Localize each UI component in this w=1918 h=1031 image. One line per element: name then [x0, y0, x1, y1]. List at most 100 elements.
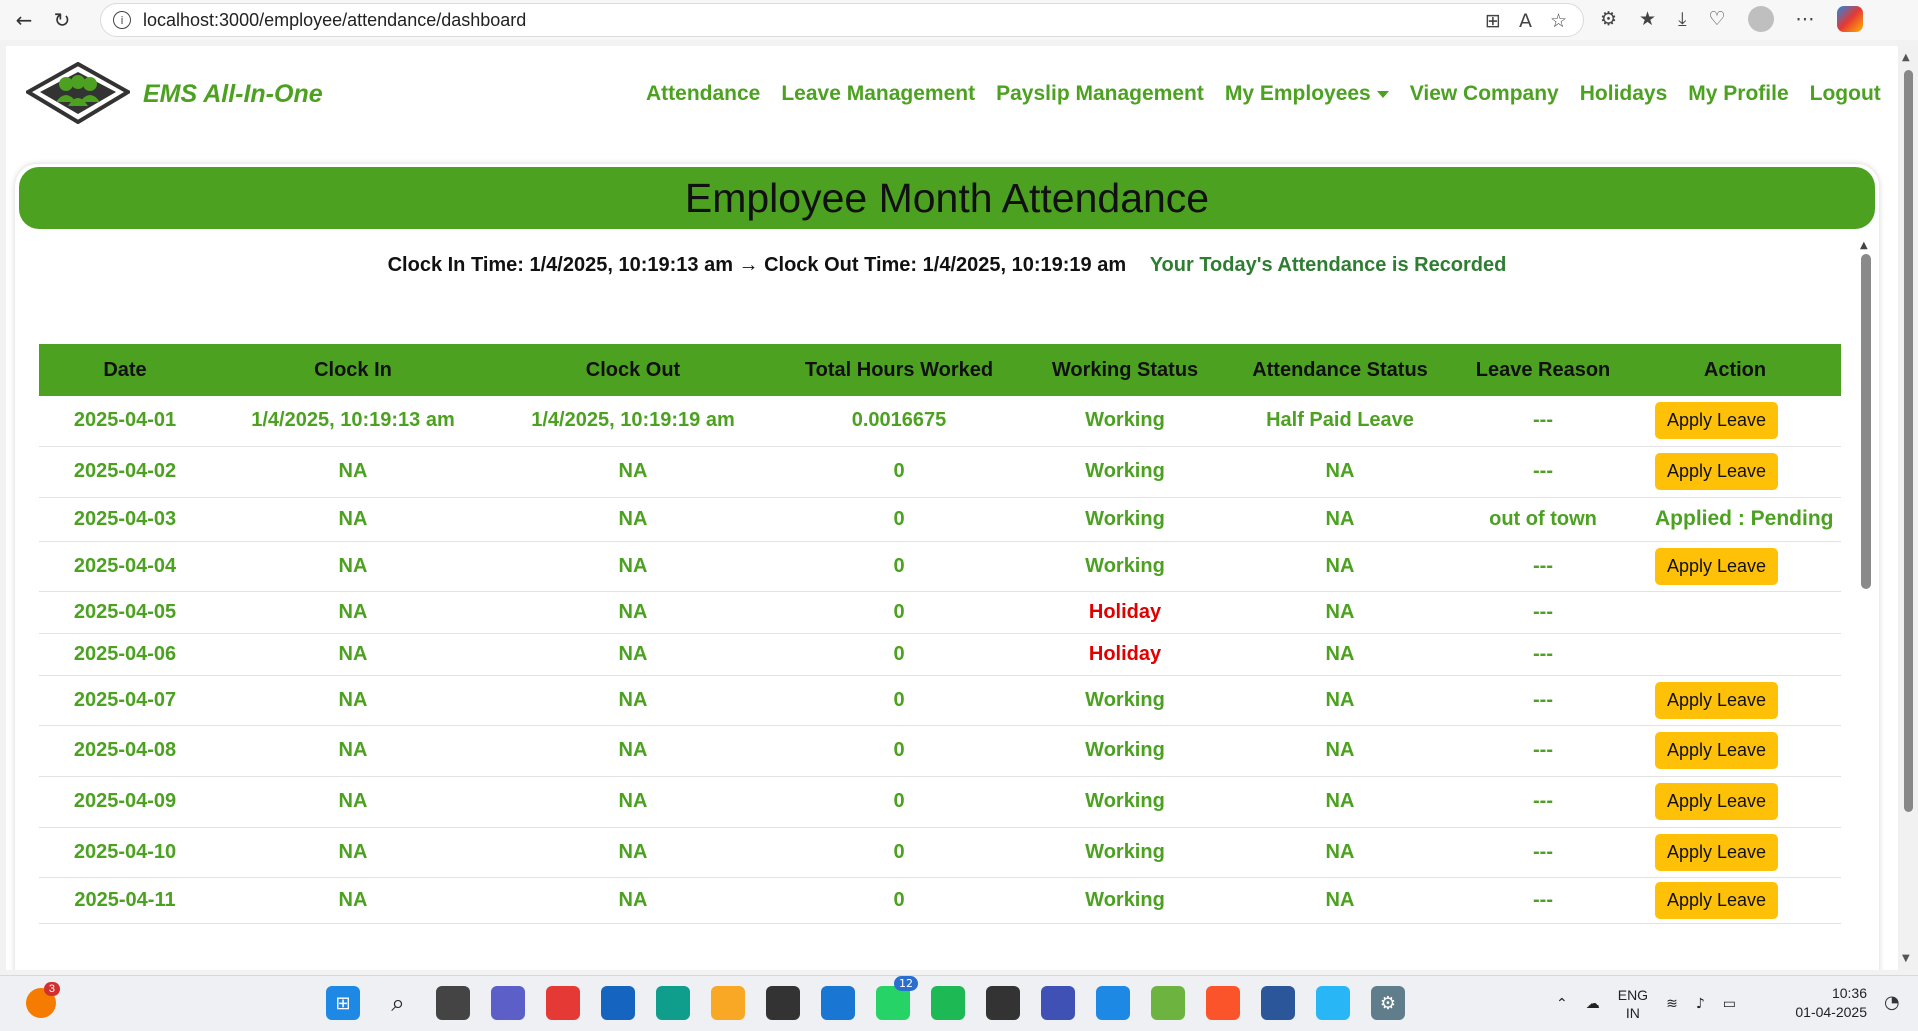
- favorite-star-icon[interactable]: ☆: [1550, 10, 1567, 32]
- table-row: 2025-04-10 NA NA 0 Working NA --- Apply Leave: [39, 827, 1841, 878]
- brand-name[interactable]: EMS All-In-One: [143, 80, 323, 109]
- language-indicator[interactable]: ENG IN: [1618, 986, 1648, 1022]
- nav-view-company[interactable]: View Company: [1410, 82, 1559, 106]
- springboot-icon[interactable]: [1151, 986, 1185, 1020]
- read-aloud-icon[interactable]: A: [1519, 10, 1532, 32]
- cell-date: 2025-04-04: [39, 541, 211, 592]
- apply-leave-button[interactable]: Apply Leave: [1655, 881, 1779, 919]
- search-icon[interactable]: ⌕: [381, 986, 415, 1020]
- cell-working-status: Working: [1027, 446, 1223, 498]
- taskbar-apps: ⊞ ⌕ 12 ⚙: [326, 976, 1405, 1020]
- copilot-icon[interactable]: [1836, 6, 1863, 32]
- cell-attendance-status: NA: [1223, 633, 1457, 676]
- brave-icon[interactable]: [1206, 986, 1240, 1020]
- extensions-icon[interactable]: ⚙: [1600, 8, 1617, 30]
- task-view-icon[interactable]: [436, 986, 470, 1020]
- nav-my-profile[interactable]: My Profile: [1688, 82, 1788, 106]
- apply-leave-button[interactable]: Apply Leave: [1655, 783, 1779, 820]
- address-bar[interactable]: i localhost:3000/employee/attendance/das…: [100, 3, 1584, 37]
- page-scroll-up-icon[interactable]: ▲: [1902, 52, 1910, 63]
- nav-logout[interactable]: Logout: [1810, 82, 1881, 106]
- cell-action: Apply Leave: [1629, 675, 1841, 726]
- cell-attendance-status: Half Paid Leave: [1223, 396, 1457, 447]
- cell-date: 2025-04-09: [39, 776, 211, 828]
- copilot-icon[interactable]: [546, 986, 580, 1020]
- cell-working-status: Working: [1027, 396, 1223, 447]
- cell-total-hours: 0: [771, 776, 1027, 828]
- vs-icon[interactable]: [601, 986, 635, 1020]
- page-scrollbar[interactable]: ▲ ▼: [1898, 46, 1918, 970]
- weather-badge: 3: [43, 982, 60, 996]
- nav-leave-management[interactable]: Leave Management: [781, 82, 975, 106]
- cell-total-hours: 0: [771, 675, 1027, 726]
- terminal-icon[interactable]: [986, 986, 1020, 1020]
- notification-bell-icon[interactable]: ◔: [1884, 992, 1900, 1013]
- favorites-icon[interactable]: ★: [1639, 8, 1656, 30]
- unity-icon[interactable]: [766, 986, 800, 1020]
- cell-total-hours: 0: [771, 633, 1027, 676]
- start-icon[interactable]: ⊞: [326, 986, 360, 1020]
- spotify-icon[interactable]: [931, 986, 965, 1020]
- vscode-icon[interactable]: [1096, 986, 1130, 1020]
- table-row: 2025-04-07 NA NA 0 Working NA --- Apply Leave: [39, 675, 1841, 726]
- visual-studio-icon[interactable]: [1041, 986, 1075, 1020]
- word-icon[interactable]: [1261, 986, 1295, 1020]
- weather-widget-icon[interactable]: 3: [26, 982, 60, 1018]
- cell-clock-out: NA: [495, 446, 771, 498]
- apply-leave-button[interactable]: Apply Leave: [1655, 547, 1779, 585]
- file-explorer-icon[interactable]: [711, 986, 745, 1020]
- table-row: 2025-04-01 1/4/2025, 10:19:13 am 1/4/2025,…: [39, 396, 1841, 447]
- teams-icon[interactable]: [491, 986, 525, 1020]
- nav-my-employees-label: My Employees: [1224, 82, 1371, 105]
- apply-leave-button[interactable]: Apply Leave: [1655, 681, 1779, 719]
- whatsapp-icon[interactable]: 12: [876, 976, 918, 1020]
- apply-leave-button[interactable]: Apply Leave: [1655, 833, 1779, 871]
- cell-leave-reason: ---: [1457, 633, 1629, 676]
- nav-my-employees[interactable]: My Employees: [1225, 82, 1389, 106]
- refresh-icon[interactable]: ↻: [44, 2, 80, 38]
- page-scroll-thumb[interactable]: [1904, 70, 1913, 812]
- card-scrollbar[interactable]: ▲: [1859, 240, 1873, 970]
- tray-expand-icon[interactable]: ⌃: [1556, 996, 1568, 1012]
- page-scroll-down-icon[interactable]: ▼: [1902, 953, 1910, 964]
- cell-clock-out: NA: [495, 541, 771, 592]
- cell-total-hours: 0: [771, 497, 1027, 542]
- nav-holidays[interactable]: Holidays: [1580, 82, 1668, 106]
- cell-date: 2025-04-02: [39, 446, 211, 498]
- volume-icon[interactable]: ♪: [1696, 996, 1705, 1012]
- apply-leave-button[interactable]: Apply Leave: [1655, 732, 1779, 769]
- cell-clock-in: NA: [211, 591, 495, 634]
- card-scroll-thumb[interactable]: [1861, 254, 1871, 589]
- profile-avatar[interactable]: [1747, 6, 1774, 32]
- cell-leave-reason: ---: [1457, 725, 1629, 777]
- back-icon[interactable]: ←: [6, 2, 42, 38]
- page-title: Employee Month Attendance: [19, 167, 1875, 229]
- settings-icon[interactable]: ⚙: [1371, 986, 1405, 1020]
- apply-leave-button[interactable]: Apply Leave: [1655, 453, 1779, 490]
- store-icon[interactable]: [821, 986, 855, 1020]
- nav-attendance[interactable]: Attendance: [646, 82, 760, 106]
- apply-leave-button[interactable]: Apply Leave: [1655, 402, 1779, 440]
- site-info-icon[interactable]: i: [113, 11, 131, 29]
- cell-action: Apply Leave: [1629, 725, 1841, 777]
- cell-action: Apply Leave: [1629, 827, 1841, 878]
- battery-icon[interactable]: ▭: [1723, 996, 1736, 1012]
- onedrive-icon[interactable]: ☁: [1586, 996, 1600, 1012]
- cell-working-status: Working: [1027, 877, 1223, 924]
- taskbar-clock[interactable]: 10:36 01-04-2025: [1787, 984, 1867, 1022]
- paint-icon[interactable]: [1316, 986, 1350, 1020]
- app-install-icon[interactable]: ⊞: [1485, 10, 1501, 32]
- cell-attendance-status: NA: [1223, 497, 1457, 542]
- cell-attendance-status: NA: [1223, 541, 1457, 592]
- health-icon[interactable]: ♡: [1709, 8, 1726, 30]
- wifi-icon[interactable]: ≋: [1666, 996, 1678, 1012]
- more-menu-icon[interactable]: ⋯: [1796, 8, 1815, 30]
- caret-down-icon: [1376, 90, 1389, 98]
- attendance-table: Date Clock In Clock Out Total Hours Work…: [39, 344, 1841, 924]
- edge-icon[interactable]: [656, 986, 690, 1020]
- nav-payslip-management[interactable]: Payslip Management: [996, 82, 1204, 106]
- cell-attendance-status: NA: [1223, 877, 1457, 924]
- downloads-icon[interactable]: ⤓: [1678, 8, 1686, 30]
- scroll-up-icon[interactable]: ▲: [1860, 240, 1868, 251]
- table-row: 2025-04-02 NA NA 0 Working NA --- Apply Leave: [39, 446, 1841, 498]
